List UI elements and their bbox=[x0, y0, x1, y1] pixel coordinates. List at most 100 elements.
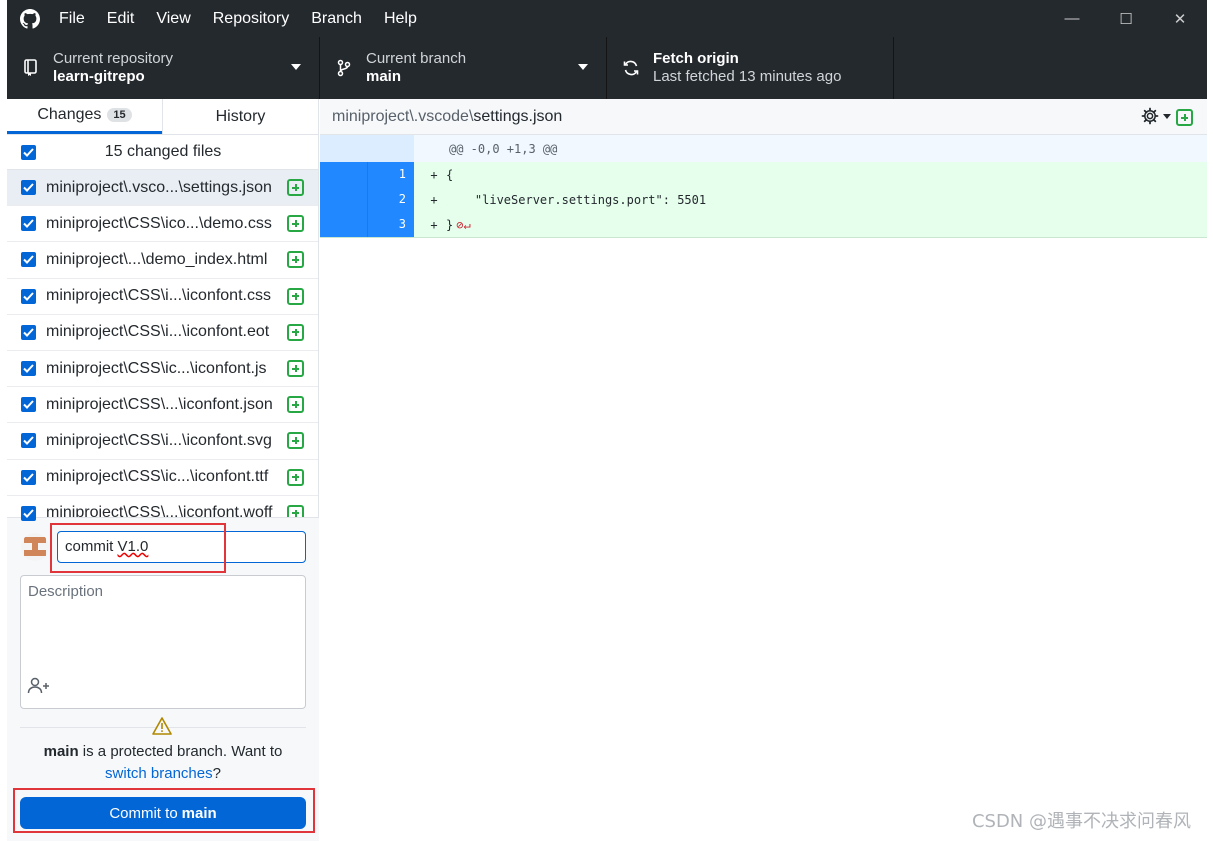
file-row[interactable]: miniproject\CSS\i...\iconfont.svg bbox=[7, 423, 318, 460]
switch-branches-link[interactable]: switch branches bbox=[105, 765, 213, 782]
new-line-number[interactable]: 3 bbox=[367, 212, 414, 237]
menu-edit[interactable]: Edit bbox=[107, 10, 135, 28]
chevron-down-icon bbox=[1163, 113, 1171, 119]
file-name: miniproject\CSS\ic...\iconfont.ttf bbox=[46, 468, 269, 486]
file-row[interactable]: miniproject\CSS\ico...\demo.css bbox=[7, 206, 318, 243]
diff-code: { bbox=[446, 167, 454, 182]
file-row[interactable]: miniproject\CSS\i...\iconfont.eot bbox=[7, 315, 318, 351]
added-file-icon bbox=[287, 360, 304, 378]
file-name: miniproject\CSS\...\iconfont.json bbox=[46, 395, 273, 413]
file-checkbox[interactable] bbox=[21, 288, 36, 304]
file-row[interactable]: miniproject\CSS\ic...\iconfont.ttf bbox=[7, 460, 318, 496]
added-file-icon bbox=[287, 468, 304, 486]
chevron-down-icon bbox=[291, 64, 301, 70]
fetch-title: Fetch origin bbox=[653, 50, 739, 67]
file-checkbox[interactable] bbox=[21, 469, 36, 485]
branch-icon bbox=[334, 59, 354, 77]
menu-repository[interactable]: Repository bbox=[213, 10, 289, 28]
file-name: miniproject\CSS\i...\iconfont.eot bbox=[46, 323, 270, 341]
diff-sign: + bbox=[430, 167, 438, 182]
diff-line[interactable]: 3 +} ⊘↵ bbox=[320, 212, 1207, 237]
file-row[interactable]: miniproject\...\demo_index.html bbox=[7, 242, 318, 279]
file-checkbox[interactable] bbox=[21, 252, 36, 268]
new-line-number[interactable]: 2 bbox=[367, 187, 414, 212]
current-repository-dropdown[interactable]: Current repository learn-gitrepo bbox=[7, 37, 320, 99]
file-name: miniproject\CSS\i...\iconfont.svg bbox=[46, 431, 272, 449]
repo-name: learn-gitrepo bbox=[53, 68, 145, 85]
file-checkbox[interactable] bbox=[21, 397, 36, 413]
select-all-checkbox[interactable] bbox=[21, 144, 36, 160]
checkmark-icon bbox=[23, 400, 34, 410]
file-name: miniproject\CSS\ic...\iconfont.js bbox=[46, 359, 267, 377]
diff-path-file: settings.json bbox=[473, 107, 563, 125]
tab-bar: Changes 15 History bbox=[7, 99, 318, 135]
added-file-icon bbox=[287, 323, 304, 341]
fetch-status: Last fetched 13 minutes ago bbox=[653, 68, 842, 85]
file-checkbox[interactable] bbox=[21, 505, 36, 521]
repo-title: Current repository bbox=[53, 50, 174, 67]
no-newline-icon: ⊘↵ bbox=[456, 217, 471, 232]
checkmark-icon bbox=[23, 472, 34, 482]
diff-path-dir: miniproject\.vscode\ bbox=[332, 107, 474, 125]
description-placeholder: Description bbox=[28, 583, 104, 600]
file-checkbox[interactable] bbox=[21, 216, 36, 232]
minimize-button[interactable]: — bbox=[1045, 0, 1099, 37]
fetch-origin-button[interactable]: Fetch origin Last fetched 13 minutes ago bbox=[607, 37, 894, 99]
current-branch-dropdown[interactable]: Current branch main bbox=[320, 37, 607, 99]
file-name: miniproject\.vsco...\settings.json bbox=[46, 178, 272, 196]
diff-lines: 1 + {2 + "liveServer.settings.port": 5501 3 +… bbox=[320, 162, 1207, 237]
add-coauthor-icon[interactable] bbox=[27, 677, 51, 700]
watermark: CSDN @遇事不决求问春风 bbox=[971, 811, 1191, 832]
file-name: miniproject\CSS\i...\iconfont.css bbox=[46, 287, 271, 305]
close-button[interactable]: ✕ bbox=[1153, 0, 1207, 37]
added-file-icon bbox=[287, 396, 304, 414]
file-checkbox[interactable] bbox=[21, 324, 36, 340]
commit-description-input[interactable]: Description bbox=[20, 575, 306, 709]
menu-help[interactable]: Help bbox=[384, 10, 417, 28]
highlight-box-summary bbox=[50, 523, 226, 573]
file-name: miniproject\CSS\ico...\demo.css bbox=[46, 214, 272, 232]
warning-message: is a protected branch. Want to bbox=[78, 743, 283, 760]
avatar bbox=[21, 533, 49, 561]
tab-history[interactable]: History bbox=[162, 99, 318, 134]
added-file-icon bbox=[287, 287, 304, 305]
hunk-range: @@ -0,0 +1,3 @@ bbox=[449, 141, 558, 156]
old-line-gutter[interactable] bbox=[320, 187, 367, 212]
diff-sign: + bbox=[430, 217, 438, 232]
checkmark-icon bbox=[23, 147, 34, 157]
file-checkbox[interactable] bbox=[21, 433, 36, 449]
added-file-icon bbox=[287, 251, 304, 269]
added-file-icon bbox=[287, 179, 304, 197]
commit-panel: commit V1.0 Description main is a protec… bbox=[7, 517, 319, 841]
maximize-button[interactable]: ☐ bbox=[1099, 0, 1153, 37]
tab-changes[interactable]: Changes 15 bbox=[7, 99, 162, 134]
diff-settings-button[interactable] bbox=[1141, 107, 1171, 125]
tab-history-label: History bbox=[215, 107, 266, 125]
file-checkbox[interactable] bbox=[21, 180, 36, 196]
old-line-gutter[interactable] bbox=[320, 162, 367, 187]
protected-branch-warning: main is a protected branch. Want to swit… bbox=[7, 741, 319, 785]
checkmark-icon bbox=[23, 328, 34, 337]
new-line-number[interactable]: 1 bbox=[367, 162, 414, 187]
changed-files-header: 15 changed files bbox=[7, 135, 318, 170]
menu-file[interactable]: File bbox=[59, 10, 85, 28]
left-panel: Changes 15 History 15 changed files mini… bbox=[7, 99, 319, 841]
hunk-header: @@ -0,0 +1,3 @@ bbox=[320, 135, 1207, 162]
old-line-gutter[interactable] bbox=[320, 212, 367, 237]
checkmark-icon bbox=[23, 509, 34, 518]
file-checkbox[interactable] bbox=[21, 361, 36, 377]
file-row[interactable]: miniproject\.vsco...\settings.json bbox=[7, 170, 318, 207]
diff-line[interactable]: 1 + { bbox=[320, 162, 1207, 187]
checkmark-icon bbox=[23, 364, 34, 373]
menu-view[interactable]: View bbox=[156, 10, 190, 28]
repo-icon bbox=[21, 59, 41, 77]
diff-header: miniproject\.vscode\settings.json bbox=[320, 99, 1207, 135]
warning-question-mark: ? bbox=[212, 765, 221, 782]
file-row[interactable]: miniproject\CSS\i...\iconfont.css bbox=[7, 279, 318, 315]
diff-line[interactable]: 2 + "liveServer.settings.port": 5501 bbox=[320, 187, 1207, 212]
branch-title: Current branch bbox=[366, 50, 467, 67]
file-row[interactable]: miniproject\CSS\...\iconfont.json bbox=[7, 387, 318, 424]
gear-icon bbox=[1141, 107, 1159, 125]
menu-branch[interactable]: Branch bbox=[311, 10, 362, 28]
file-row[interactable]: miniproject\CSS\ic...\iconfont.js bbox=[7, 351, 318, 388]
